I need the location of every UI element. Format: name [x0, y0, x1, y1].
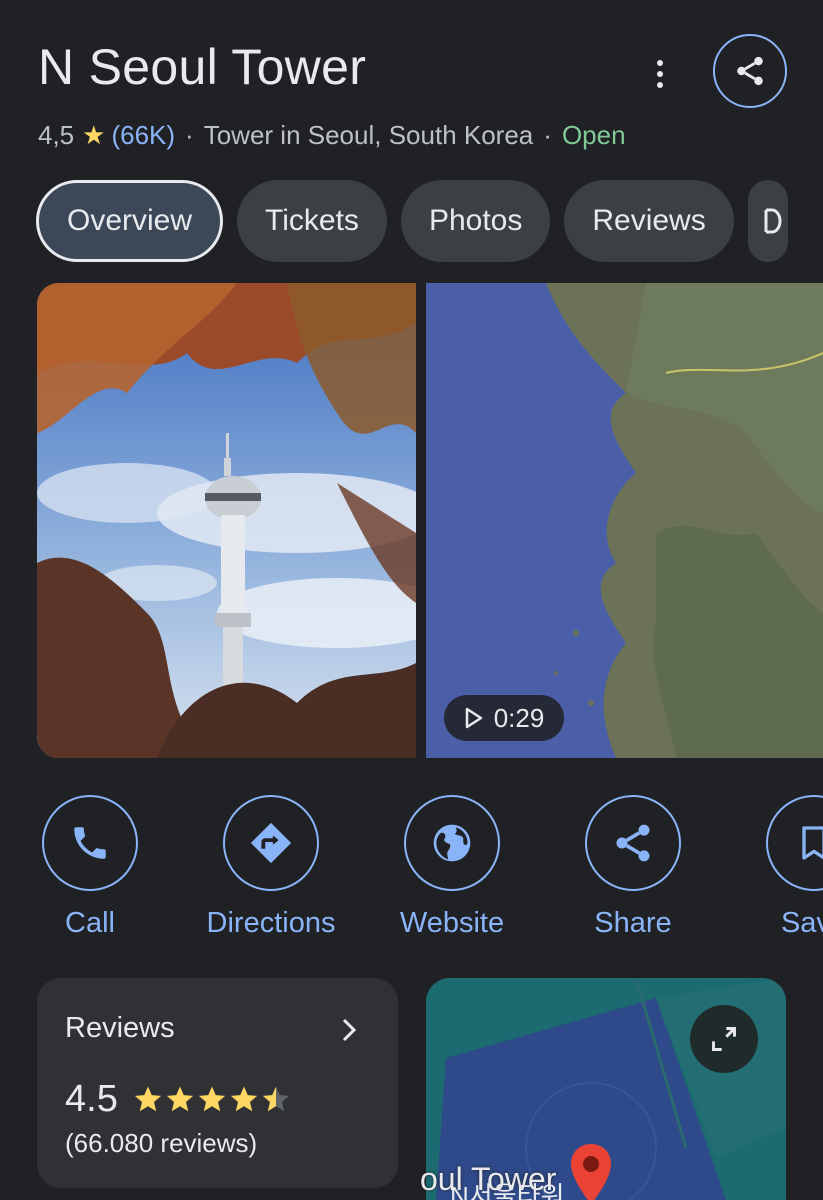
- website-button[interactable]: [404, 795, 500, 891]
- star-icon: [134, 1086, 162, 1112]
- bookmark-icon: [802, 826, 823, 860]
- share-button[interactable]: [585, 795, 681, 891]
- play-icon: [465, 707, 482, 729]
- star-rating: [133, 1084, 291, 1114]
- tab-tickets[interactable]: Tickets: [237, 180, 387, 262]
- partial-tab-glyph: [764, 208, 782, 234]
- tab-overview[interactable]: Overview: [36, 180, 224, 262]
- share-action[interactable]: Share: [543, 795, 723, 940]
- star-icon: [230, 1086, 258, 1112]
- chevron-right-icon: [342, 1018, 357, 1042]
- website-action[interactable]: Website: [362, 795, 542, 940]
- tab-photos[interactable]: Photos: [400, 180, 551, 262]
- half-star-icon: [262, 1086, 290, 1112]
- tab-partial[interactable]: [747, 180, 788, 262]
- share-header-button[interactable]: [713, 34, 787, 108]
- save-button[interactable]: [766, 795, 823, 891]
- action-row: Call Directions Website Share Save: [0, 795, 823, 955]
- video-duration-badge: 0:29: [444, 695, 564, 741]
- place-summary: 4,5 ★ (66K) · Tower in Seoul, South Kore…: [38, 120, 626, 151]
- tab-bar: Overview Tickets Photos Reviews: [36, 180, 788, 262]
- directions-label: Directions: [206, 907, 336, 939]
- star-icon: ★: [82, 120, 106, 150]
- share-icon: [737, 56, 763, 86]
- open-status: Open: [561, 120, 626, 150]
- star-icon: [198, 1086, 226, 1112]
- dot: [657, 71, 663, 77]
- map-place-sublabel: N서울타워: [450, 1181, 565, 1200]
- tab-reviews[interactable]: Reviews: [564, 180, 734, 262]
- call-label: Call: [65, 907, 115, 939]
- globe-icon: [433, 824, 471, 862]
- share-icon: [616, 824, 650, 862]
- separator: ·: [185, 120, 194, 150]
- review-count-link[interactable]: (66K): [111, 120, 175, 151]
- dot: [657, 82, 663, 88]
- expand-map-button[interactable]: [690, 1005, 758, 1073]
- directions-action[interactable]: Directions: [181, 795, 361, 940]
- directions-icon: [250, 822, 292, 864]
- save-label: Save: [780, 907, 823, 939]
- dot: [657, 60, 663, 66]
- video-thumbnail[interactable]: [426, 283, 823, 758]
- reviews-total: (66.080 reviews): [65, 1128, 258, 1158]
- korea-map-video-image: [426, 283, 823, 758]
- call-button[interactable]: [42, 795, 138, 891]
- call-action[interactable]: Call: [0, 795, 180, 940]
- expand-icon: [712, 1027, 736, 1051]
- tower-photo[interactable]: [37, 283, 416, 758]
- star-icon: [166, 1086, 194, 1112]
- tower-photo-image: [37, 283, 416, 758]
- website-label: Website: [399, 907, 505, 939]
- save-action[interactable]: Save: [724, 795, 823, 940]
- place-category: Tower in Seoul, South Korea: [203, 120, 534, 150]
- directions-button[interactable]: [223, 795, 319, 891]
- place-title: N Seoul Tower: [38, 39, 367, 95]
- video-duration: 0:29: [493, 702, 545, 733]
- separator: ·: [543, 120, 552, 150]
- more-options-button[interactable]: [640, 52, 680, 96]
- reviews-card-title: Reviews: [65, 1012, 175, 1044]
- reviews-rating: 4.5: [65, 1078, 118, 1120]
- map-pin-icon[interactable]: [567, 1142, 615, 1200]
- reviews-card[interactable]: Reviews 4.5 (66.080 reviews): [37, 978, 398, 1188]
- phone-icon: [74, 827, 106, 859]
- rating-value: 4,5: [38, 120, 75, 150]
- share-label: Share: [594, 907, 672, 939]
